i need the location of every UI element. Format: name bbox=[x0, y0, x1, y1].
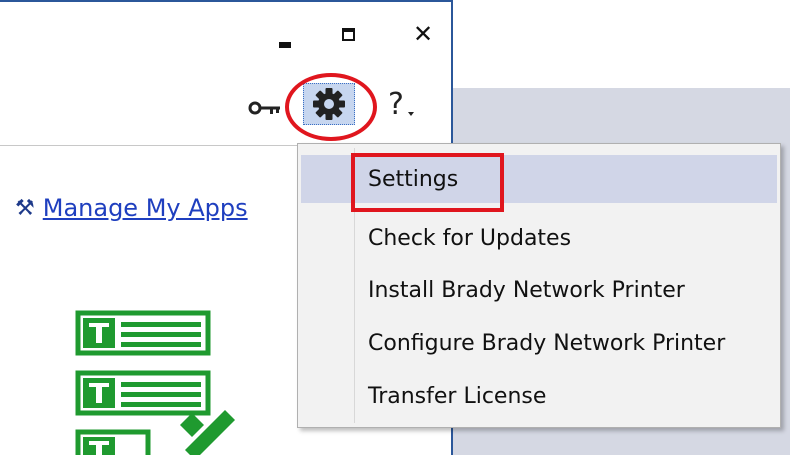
maximize-icon bbox=[341, 27, 355, 41]
tools-icon: ⚒ bbox=[15, 195, 35, 221]
label-app-icon bbox=[75, 310, 235, 455]
menu-item-transfer-license[interactable]: Transfer License bbox=[301, 372, 777, 420]
key-icon[interactable] bbox=[248, 98, 282, 118]
close-button[interactable]: ✕ bbox=[403, 14, 443, 54]
background-region bbox=[453, 0, 790, 88]
help-icon[interactable]: ? bbox=[388, 87, 404, 122]
window-border-top bbox=[0, 0, 453, 2]
menu-item-configure-network-printer[interactable]: Configure Brady Network Printer bbox=[301, 319, 777, 367]
annotation-box bbox=[351, 153, 504, 212]
help-dropdown-caret bbox=[408, 112, 414, 116]
manage-my-apps-link[interactable]: ⚒ Manage My Apps bbox=[15, 194, 248, 222]
menu-item-install-network-printer[interactable]: Install Brady Network Printer bbox=[301, 266, 777, 314]
minimize-button[interactable] bbox=[265, 14, 305, 54]
minimize-icon bbox=[279, 42, 291, 48]
menu-item-check-for-updates[interactable]: Check for Updates bbox=[301, 214, 777, 262]
annotation-circle bbox=[285, 73, 377, 141]
close-icon: ✕ bbox=[412, 20, 434, 48]
maximize-button[interactable] bbox=[328, 14, 368, 54]
toolbar-divider bbox=[0, 145, 298, 146]
manage-my-apps-label: Manage My Apps bbox=[42, 194, 248, 222]
window-controls: ✕ bbox=[265, 14, 445, 54]
